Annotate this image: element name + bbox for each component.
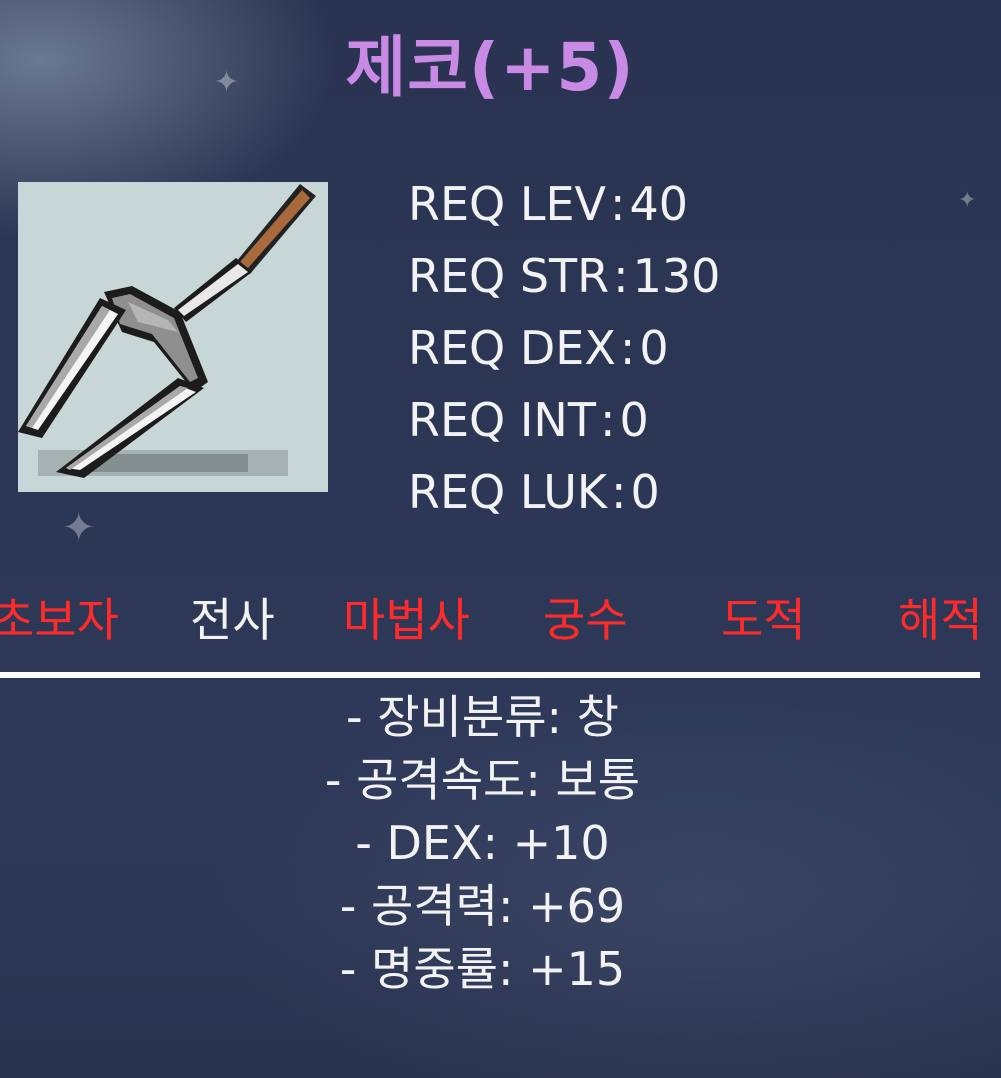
- sparkle-decoration: ✦: [958, 188, 977, 213]
- req-str: REQ STR:130: [408, 249, 721, 303]
- req-luk: REQ LUK:0: [408, 465, 660, 519]
- stat-attack-speed: - 공격속도: 보통: [324, 753, 641, 807]
- job-magician: 마법사: [343, 593, 470, 647]
- job-pirate: 해적: [898, 593, 983, 647]
- divider: [0, 672, 980, 678]
- job-beginner: 초보자: [0, 593, 119, 647]
- job-list: 초보자 전사 마법사 궁수 도적 해적: [0, 588, 1001, 658]
- job-thief: 도적: [721, 593, 806, 647]
- job-warrior: 전사: [190, 593, 275, 647]
- req-level: REQ LEV:40: [408, 177, 689, 231]
- item-tooltip: { "item": { "name": "제코(+5)", "icon": "s…: [0, 0, 1001, 1078]
- spear-icon: [18, 184, 316, 478]
- req-dex: REQ DEX:0: [408, 321, 669, 375]
- stat-list: - 장비분류: 창 - 공격속도: 보통 - DEX: +10 - 공격력: +…: [0, 686, 965, 1001]
- stat-dex: - DEX: +10: [355, 816, 610, 870]
- requirements-list: REQ LEV:40 REQ STR:130 REQ DEX:0 REQ INT…: [408, 172, 720, 532]
- sparkle-decoration: ✦: [62, 505, 96, 551]
- item-icon-frame: [18, 182, 328, 492]
- stat-attack: - 공격력: +69: [339, 879, 626, 933]
- req-int: REQ INT:0: [408, 393, 649, 447]
- item-name: 제코(+5): [345, 29, 635, 106]
- stat-equip-category: - 장비분류: 창: [346, 690, 619, 744]
- stat-accuracy: - 명중률: +15: [339, 942, 626, 996]
- job-archer: 궁수: [543, 593, 628, 647]
